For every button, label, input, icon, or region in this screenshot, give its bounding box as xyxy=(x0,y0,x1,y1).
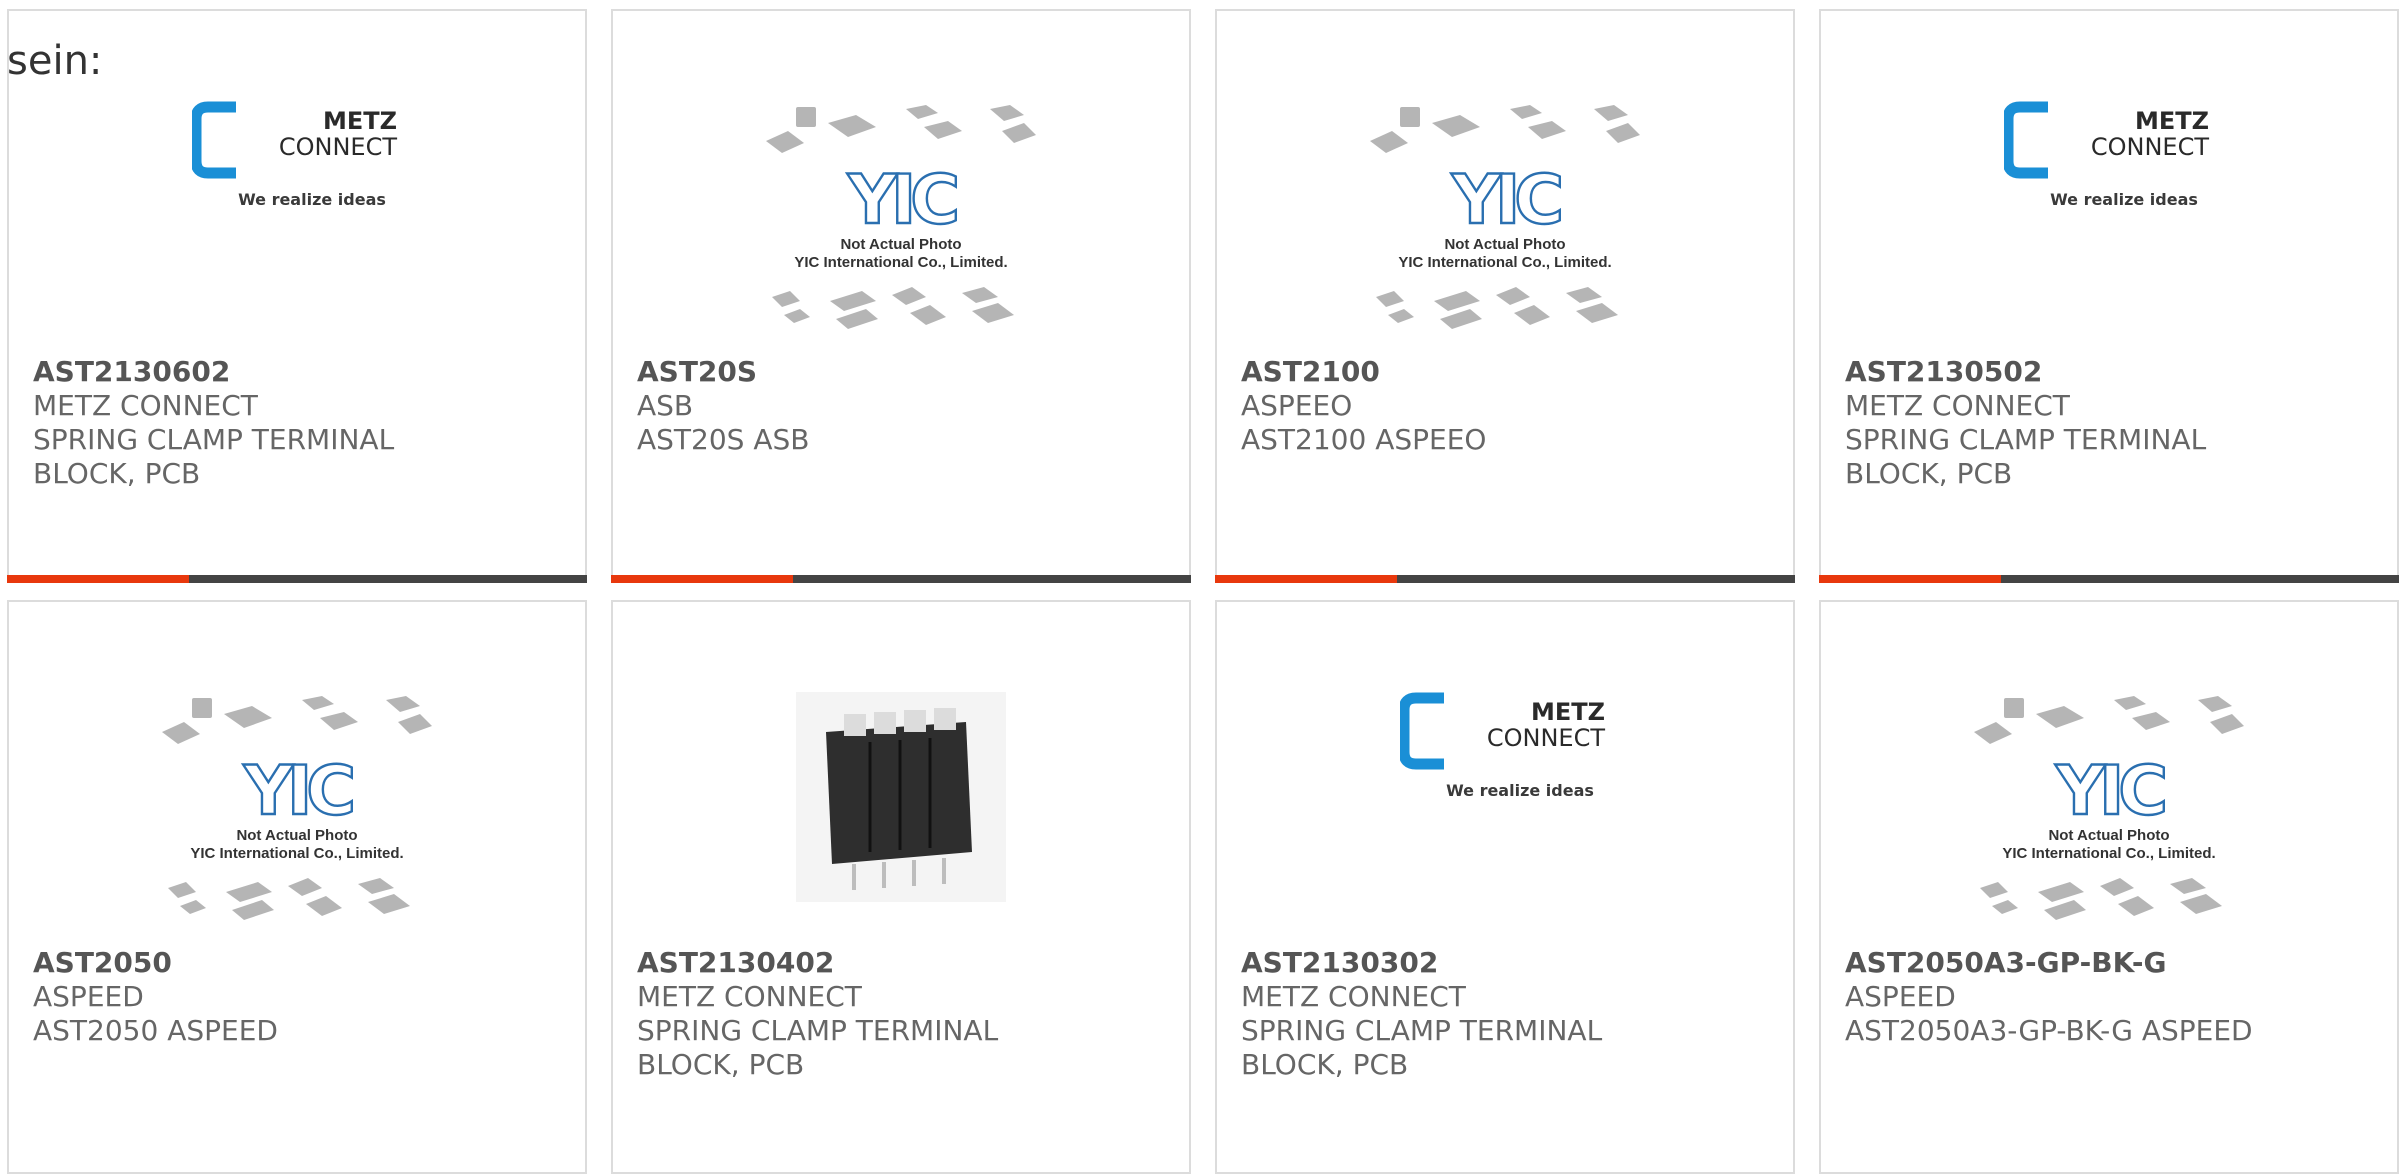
brand-name: METZ CONNECT xyxy=(637,980,862,1013)
logo-text: METZ xyxy=(2135,107,2209,135)
product-grid: METZ CONNECT We realize ideas AST2130602… xyxy=(0,0,2400,1174)
product-card[interactable]: METZ CONNECT We realize ideas AST2130502… xyxy=(1819,9,2399,583)
product-card[interactable]: METZ CONNECT We realize ideas AST2130302… xyxy=(1215,600,1795,1174)
logo-text: CONNECT xyxy=(2091,133,2209,161)
metz-connect-logo: METZ CONNECT We realize ideas xyxy=(1398,692,1605,800)
description-line: AST2050 ASPEED xyxy=(33,1014,278,1047)
part-number[interactable]: AST2130602 xyxy=(33,355,565,389)
yic-placeholder-image: YIC Not Actual Photo YIC International C… xyxy=(1370,105,1640,329)
product-info: AST2050 ASPEED AST2050 ASPEED xyxy=(33,946,565,1048)
product-image[interactable]: YIC Not Actual Photo YIC International C… xyxy=(9,692,585,942)
intro-text: sein: xyxy=(7,38,103,84)
placeholder-text: YIC International Co., Limited. xyxy=(1398,254,1611,271)
description-line: BLOCK, PCB xyxy=(1241,1048,1409,1081)
logo-text: METZ xyxy=(1531,698,1605,726)
product-info: AST20S ASB AST20S ASB xyxy=(637,355,1169,457)
part-number[interactable]: AST2050A3-GP-BK-G xyxy=(1845,946,2377,980)
logo-tagline: We realize ideas xyxy=(1446,781,1594,800)
product-image[interactable]: YIC Not Actual Photo YIC International C… xyxy=(613,101,1189,351)
logo-tagline: We realize ideas xyxy=(2050,190,2198,209)
product-info: AST2050A3-GP-BK-G ASPEED AST2050A3-GP-BK… xyxy=(1845,946,2377,1048)
description-line: SPRING CLAMP TERMINAL xyxy=(637,1014,999,1047)
card-accent-bar xyxy=(1819,575,2001,583)
product-image[interactable]: YIC Not Actual Photo YIC International C… xyxy=(1217,101,1793,351)
card-bottom-bar xyxy=(1819,575,2399,583)
placeholder-text: Not Actual Photo xyxy=(236,827,357,844)
brand-name: ASPEEO xyxy=(1241,389,1353,422)
card-accent-bar xyxy=(1215,575,1397,583)
description-line: BLOCK, PCB xyxy=(1845,457,2013,490)
brand-name: ASB xyxy=(637,389,694,422)
yic-logo: YIC xyxy=(1451,161,1561,240)
placeholder-text: YIC International Co., Limited. xyxy=(190,845,403,862)
yic-placeholder-image: YIC Not Actual Photo YIC International C… xyxy=(766,105,1036,329)
product-card[interactable]: YIC Not Actual Photo YIC International C… xyxy=(1215,9,1795,583)
chip-icons-top xyxy=(1974,696,2244,744)
product-info: AST2130402 METZ CONNECT SPRING CLAMP TER… xyxy=(637,946,1169,1082)
part-number[interactable]: AST2050 xyxy=(33,946,565,980)
placeholder-text: YIC International Co., Limited. xyxy=(2002,845,2215,862)
part-number[interactable]: AST2130302 xyxy=(1241,946,1773,980)
metz-connect-logo: METZ CONNECT We realize ideas xyxy=(2002,101,2209,209)
brand-name: ASPEED xyxy=(1845,980,1956,1013)
placeholder-text: Not Actual Photo xyxy=(1444,236,1565,253)
product-image[interactable]: METZ CONNECT We realize ideas xyxy=(9,101,585,351)
product-image[interactable]: METZ CONNECT We realize ideas xyxy=(1821,101,2397,351)
yic-placeholder-image: YIC Not Actual Photo YIC International C… xyxy=(162,696,432,920)
chip-icons-bottom xyxy=(1980,878,2222,920)
brand-name: METZ CONNECT xyxy=(1241,980,1466,1013)
description-line: AST20S ASB xyxy=(637,423,810,456)
chip-icons-top xyxy=(162,696,432,744)
placeholder-text: Not Actual Photo xyxy=(840,236,961,253)
description-line: AST2050A3-GP-BK-G ASPEED xyxy=(1845,1014,2253,1047)
product-card[interactable]: YIC Not Actual Photo YIC International C… xyxy=(7,600,587,1174)
card-accent-bar xyxy=(611,575,793,583)
yic-logo: YIC xyxy=(243,752,353,831)
part-number[interactable]: AST20S xyxy=(637,355,1169,389)
brand-name: METZ CONNECT xyxy=(33,389,258,422)
description-line: AST2100 ASPEEO xyxy=(1241,423,1487,456)
part-number[interactable]: AST2130402 xyxy=(637,946,1169,980)
card-bottom-bar xyxy=(611,575,1191,583)
part-number[interactable]: AST2130502 xyxy=(1845,355,2377,389)
chip-icons-bottom xyxy=(772,287,1014,329)
product-image[interactable]: YIC Not Actual Photo YIC International C… xyxy=(1821,692,2397,942)
chip-icons-top xyxy=(766,105,1036,153)
logo-text: CONNECT xyxy=(279,133,397,161)
logo-text: METZ xyxy=(323,107,397,135)
product-card[interactable]: YIC Not Actual Photo YIC International C… xyxy=(1819,600,2399,1174)
yic-logo: YIC xyxy=(847,161,957,240)
product-card[interactable]: YIC Not Actual Photo YIC International C… xyxy=(611,9,1191,583)
card-bottom-bar xyxy=(1215,575,1795,583)
product-image[interactable] xyxy=(613,692,1189,942)
part-number[interactable]: AST2100 xyxy=(1241,355,1773,389)
description-line: BLOCK, PCB xyxy=(33,457,201,490)
chip-icons-top xyxy=(1370,105,1640,153)
product-info: AST2130302 METZ CONNECT SPRING CLAMP TER… xyxy=(1241,946,1773,1082)
description-line: BLOCK, PCB xyxy=(637,1048,805,1081)
product-info: AST2130502 METZ CONNECT SPRING CLAMP TER… xyxy=(1845,355,2377,491)
product-image[interactable]: METZ CONNECT We realize ideas xyxy=(1217,692,1793,942)
description-line: SPRING CLAMP TERMINAL xyxy=(1241,1014,1603,1047)
logo-tagline: We realize ideas xyxy=(238,190,386,209)
chip-icons-bottom xyxy=(168,878,410,920)
product-info: AST2100 ASPEEO AST2100 ASPEEO xyxy=(1241,355,1773,457)
yic-placeholder-image: YIC Not Actual Photo YIC International C… xyxy=(1974,696,2244,920)
product-card[interactable]: AST2130402 METZ CONNECT SPRING CLAMP TER… xyxy=(611,600,1191,1174)
placeholder-text: YIC International Co., Limited. xyxy=(794,254,1007,271)
product-card[interactable]: METZ CONNECT We realize ideas AST2130602… xyxy=(7,9,587,583)
brand-name: ASPEED xyxy=(33,980,144,1013)
product-info: AST2130602 METZ CONNECT SPRING CLAMP TER… xyxy=(33,355,565,491)
description-line: SPRING CLAMP TERMINAL xyxy=(1845,423,2207,456)
card-accent-bar xyxy=(7,575,189,583)
logo-text: CONNECT xyxy=(1487,724,1605,752)
metz-connect-logo: METZ CONNECT We realize ideas xyxy=(190,101,397,209)
placeholder-text: Not Actual Photo xyxy=(2048,827,2169,844)
card-bottom-bar xyxy=(7,575,587,583)
description-line: SPRING CLAMP TERMINAL xyxy=(33,423,395,456)
yic-logo: YIC xyxy=(2055,752,2165,831)
brand-name: METZ CONNECT xyxy=(1845,389,2070,422)
chip-icons-bottom xyxy=(1376,287,1618,329)
terminal-block-photo xyxy=(796,692,1006,902)
